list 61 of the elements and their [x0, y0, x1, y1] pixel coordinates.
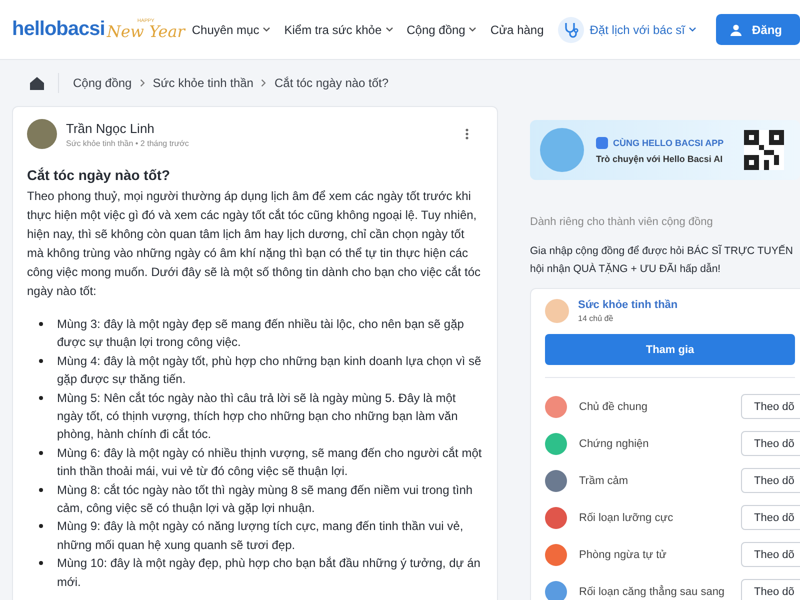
community-invite-text: Gia nhập cộng đồng để được hỏi BÁC SĨ TRỰC TUYẾN hội nhận QUÀ TẶNG + ƯU ĐÃI hấp dẫn!	[530, 244, 792, 277]
topic-name[interactable]: Phòng ngừa tự tử	[579, 548, 741, 560]
join-button[interactable]: Tham gia	[545, 334, 795, 365]
banner-title: CÙNG HELLO BACSI APP	[613, 138, 724, 148]
app-icon	[596, 136, 608, 148]
list-item-text: Mùng 3: đây là một ngày đẹp sẽ mang đến nhiều tài lộc, cho nên bạn sẽ gặp được sự thuận lợi trong công việc.	[57, 316, 465, 352]
section-heading: Dành riêng cho thành viên cộng đồng	[530, 216, 714, 228]
follow-button[interactable]: Theo dõ	[741, 505, 800, 530]
nav-menu-item[interactable]: Cửa hàng	[490, 22, 544, 36]
bullet-icon	[39, 524, 43, 528]
logo-script-text: New Year	[106, 24, 185, 40]
bullet-icon	[39, 561, 43, 566]
follow-button[interactable]: Theo dõ	[741, 431, 800, 456]
chevron-down-icon	[689, 27, 696, 32]
doctor-avatar-placeholder	[540, 128, 584, 172]
bullet-icon	[39, 396, 43, 400]
site-logo[interactable]: hellobacsi	[12, 18, 105, 41]
book-doctor-link[interactable]: Đặt lịch với bác sĩ	[590, 22, 685, 36]
bullet-icon	[39, 450, 43, 455]
list-item-text: Mùng 8: cắt tóc ngày nào tốt thì ngày mùng 8 sẽ mang đến niềm vui trong tình cảm, công việc sẽ có thuận lợi và gặp lợi nhuận.	[57, 482, 474, 518]
login-button[interactable]: Đăng	[716, 14, 800, 45]
breadcrumb-link[interactable]: Sức khỏe tinh thần	[152, 76, 254, 90]
follow-button[interactable]: Theo dõ	[741, 579, 800, 600]
nav-menu-item[interactable]: Cộng đồng	[406, 22, 466, 36]
community-name[interactable]: Sức khỏe tinh thần	[578, 299, 678, 311]
bullet-icon	[39, 322, 43, 326]
breadcrumb-link[interactable]: Cắt tóc ngày nào tốt?	[274, 76, 389, 90]
follow-button[interactable]: Theo dõ	[741, 468, 800, 493]
author-name[interactable]: Trần Ngọc Linh	[66, 120, 456, 136]
banner-subtitle: Trò chuyện với Hello Bacsi AI	[596, 154, 724, 164]
post-title: Cắt tóc ngày nào tốt?	[27, 167, 172, 183]
topic-name[interactable]: Rối loạn căng thẳng sau sang	[579, 586, 741, 598]
list-item-text: Mùng 9: đây là một ngày có năng lượng tích cực, mang đến tinh thần vui vẻ, những mối quan hệ xung quanh sẽ tươi đẹp.	[57, 518, 464, 554]
nav-menu-item[interactable]: Chuyên mục	[192, 22, 260, 36]
qr-code-icon	[744, 129, 784, 171]
bullet-icon	[39, 488, 43, 492]
post-meta: Sức khỏe tinh thần • 2 tháng trước	[66, 138, 190, 148]
community-icon	[545, 299, 569, 323]
list-item-text: Mùng 6: đây là một ngày có nhiều thịnh vượng, sẽ mang đến cho người cắt một tinh thần thoải mái, vui vẻ từ đó công việc sẽ thuận lợi.	[57, 444, 483, 480]
topic-count: 14 chủ đề	[578, 314, 614, 323]
app-promo-banner[interactable]: CÙNG HELLO BACSI APP Trò chuyện với Hello Bacsi AI	[530, 120, 800, 180]
bullet-icon	[39, 358, 43, 363]
chevron-right-icon	[261, 79, 266, 87]
topic-name[interactable]: Chứng nghiện	[579, 438, 741, 450]
more-options-icon[interactable]	[465, 128, 469, 140]
avatar-photo-placeholder	[27, 119, 57, 149]
topic-name[interactable]: Chủ đề chung	[579, 400, 741, 412]
topic-name[interactable]: Rối loạn lưỡng cực	[579, 512, 741, 524]
breadcrumb-link[interactable]: Cộng đồng	[73, 76, 132, 90]
list-item-text: Mùng 4: đây là một ngày tốt, phù hợp cho những bạn kinh doanh lựa chọn vì sẽ gặp được sự thăng tiến.	[57, 352, 482, 388]
user-icon	[730, 24, 742, 36]
topic-name[interactable]: Trầm cảm	[579, 474, 741, 486]
home-icon[interactable]	[30, 76, 44, 90]
follow-button[interactable]: Theo dõ	[741, 394, 800, 419]
post-paragraph: Theo phong thuỷ, mọi người thường áp dụng lịch âm để xem các ngày tốt trước khi thực hiện một việc gì đó và xem các ngày tốt cắt tóc cũng không ngoại lệ. Tuy nhiên, hiện nay, thì sẽ không còn quan tâm lịch âm hay lịch dương, chỉ cần chọn ngày tốt mà không trùng vào những ngày có âm khí nặng thì bạn có thể tự tin thực hiện các công việc mong muốn. Dưới đây sẽ là một số thông tin dành cho bạn cho việc cắt tóc ngày nào tốt:	[27, 188, 482, 300]
list-item-text: Mùng 5: Nên cắt tóc ngày nào thì câu trả lời sẽ là ngày mùng 5. Đây là một ngày tốt, có thịnh vượng, thích hợp cho những bạn cho những bạn làm văn phòng, hành chính đi cắt tóc.	[57, 390, 459, 444]
list-item-text: Mùng 10: đây là một ngày đẹp, phù hợp cho bạn bắt đầu những ý tưởng, dự án mới.	[57, 555, 482, 591]
chevron-right-icon	[140, 79, 145, 87]
stethoscope-icon	[558, 16, 584, 42]
follow-button[interactable]: Theo dõ	[741, 542, 800, 567]
nav-menu-item[interactable]: Kiểm tra sức khỏe	[284, 22, 382, 36]
